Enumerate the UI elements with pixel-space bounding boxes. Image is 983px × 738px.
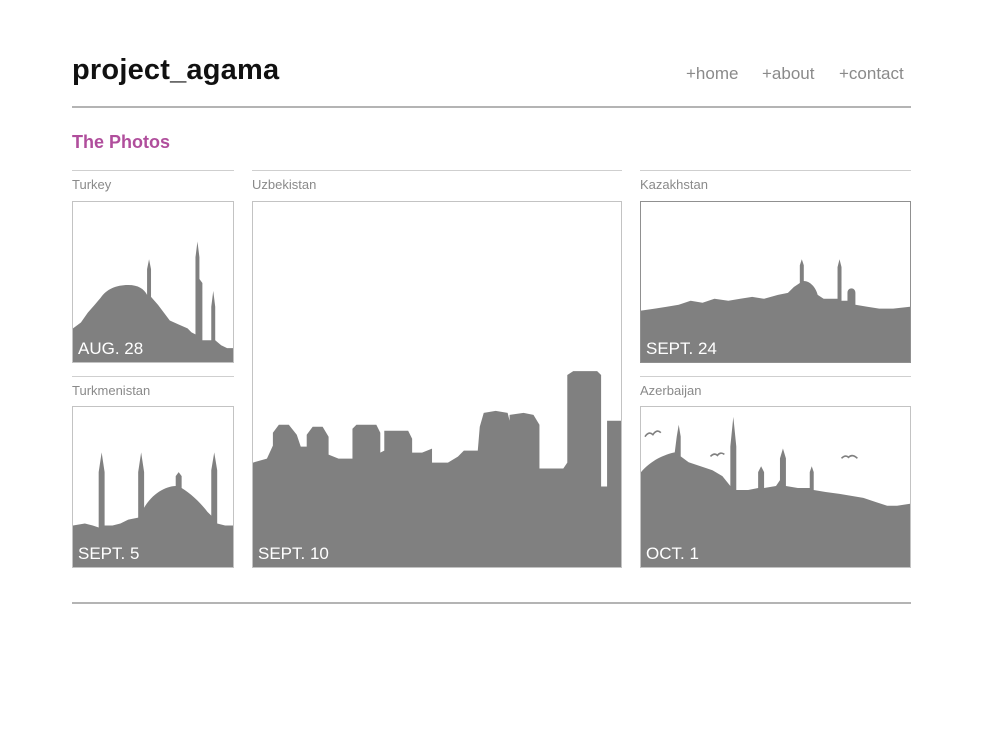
skyline-silhouette: [73, 452, 233, 567]
photo-date: AUG. 28: [78, 339, 144, 358]
card-divider: [640, 170, 911, 171]
section-title: The Photos: [72, 132, 170, 152]
nav-contact-link[interactable]: +contact: [839, 64, 904, 84]
photo-date: OCT. 1: [646, 544, 699, 563]
photo-card-azerbaijan[interactable]: OCT. 1: [640, 406, 911, 568]
header-divider: [72, 106, 911, 108]
photo-date: SEPT. 5: [78, 544, 140, 563]
card-divider: [72, 376, 234, 377]
photo-country-label: Azerbaijan: [640, 383, 702, 398]
photo-date: SEPT. 10: [258, 544, 329, 563]
photo-card-uzbekistan[interactable]: SEPT. 10: [252, 201, 622, 568]
skyline-silhouette: [641, 259, 910, 362]
photo-card-turkey[interactable]: AUG. 28: [72, 201, 234, 363]
photo-country-label: Turkey: [72, 177, 112, 192]
photo-card-kazakhstan[interactable]: SEPT. 24: [640, 201, 911, 363]
card-divider: [640, 376, 911, 377]
card-divider: [252, 170, 622, 171]
footer-divider: [72, 602, 911, 604]
skyline-silhouette: [73, 241, 233, 362]
nav-home-link[interactable]: +home: [686, 64, 738, 84]
photo-country-label: Uzbekistan: [252, 177, 317, 192]
skyline-silhouette: [641, 416, 910, 567]
nav-about-link[interactable]: +about: [762, 64, 814, 84]
photo-card-turkmenistan[interactable]: SEPT. 5: [72, 406, 234, 568]
card-divider: [72, 170, 234, 171]
site-logo[interactable]: project_agama: [72, 54, 279, 87]
photo-country-label: Kazakhstan: [640, 177, 708, 192]
photo-date: SEPT. 24: [646, 339, 717, 358]
photo-country-label: Turkmenistan: [72, 383, 151, 398]
skyline-silhouette: [253, 371, 621, 567]
